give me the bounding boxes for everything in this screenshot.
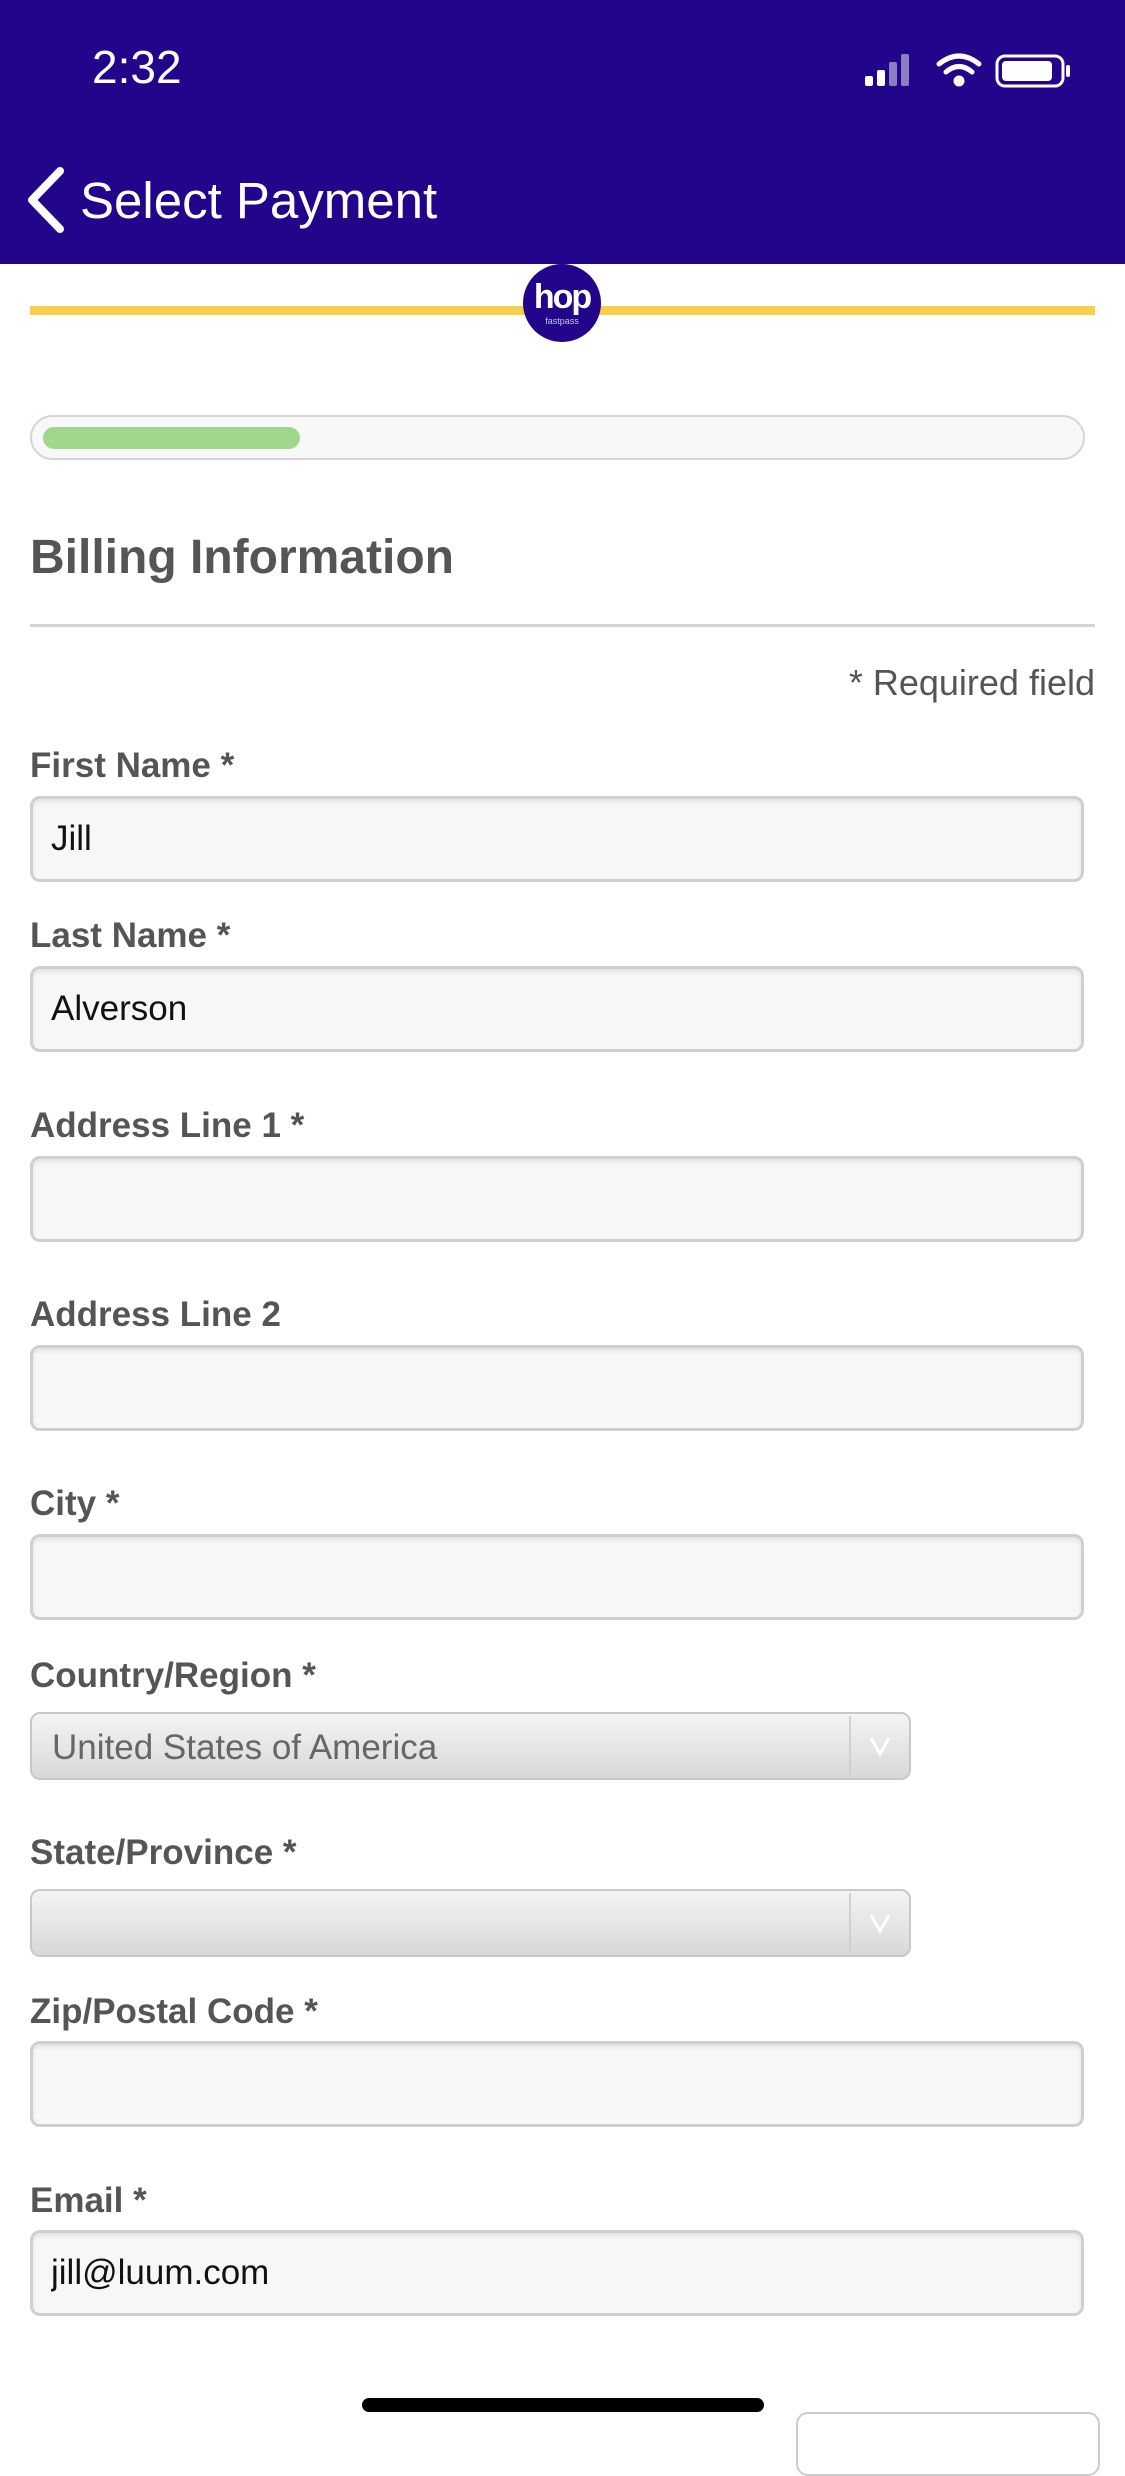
city-input[interactable] [30, 1534, 1084, 1620]
wifi-icon [936, 53, 982, 87]
app-header: 2:32 Select Payment [0, 0, 1125, 264]
progress-bar [30, 415, 1085, 460]
select-separator [849, 1716, 851, 1776]
select-separator [849, 1893, 851, 1953]
status-icons [865, 53, 1070, 88]
address-line-1-label: Address Line 1 * [30, 1106, 305, 1145]
dropdown-arrow-icon [869, 1737, 891, 1758]
next-button[interactable] [796, 2412, 1100, 2476]
email-input[interactable] [30, 2230, 1084, 2316]
country-select[interactable]: United States of America [30, 1712, 911, 1780]
address-line-2-input[interactable] [30, 1345, 1084, 1431]
country-label: Country/Region * [30, 1656, 316, 1695]
chevron-left-icon [28, 167, 64, 233]
first-name-input[interactable] [30, 796, 1084, 882]
first-name-label: First Name * [30, 746, 235, 785]
home-indicator [362, 2398, 764, 2412]
country-select-value: United States of America [52, 1728, 438, 1767]
address-line-2-label: Address Line 2 [30, 1295, 281, 1334]
last-name-label: Last Name * [30, 916, 231, 955]
city-label: City * [30, 1484, 120, 1523]
signal-icon [865, 54, 909, 86]
battery-icon [995, 54, 1070, 88]
back-label: Select Payment [80, 171, 438, 229]
back-button[interactable]: Select Payment [24, 160, 437, 240]
logo-subtext: fastpass [545, 316, 579, 326]
address-line-1-input[interactable] [30, 1156, 1084, 1242]
zip-label: Zip/Postal Code * [30, 1992, 318, 2031]
zip-input[interactable] [30, 2041, 1084, 2127]
required-note: * Required field [848, 662, 1095, 703]
section-divider [30, 624, 1095, 627]
status-time: 2:32 [92, 41, 182, 93]
dropdown-arrow-icon [869, 1914, 891, 1935]
progress-fill [43, 427, 300, 449]
state-select[interactable] [30, 1889, 911, 1957]
state-label: State/Province * [30, 1833, 297, 1872]
section-title: Billing Information [30, 531, 454, 584]
email-label: Email * [30, 2181, 147, 2220]
last-name-input[interactable] [30, 966, 1084, 1052]
logo-text: hop [533, 278, 592, 316]
hop-logo: hop fastpass [523, 264, 601, 342]
